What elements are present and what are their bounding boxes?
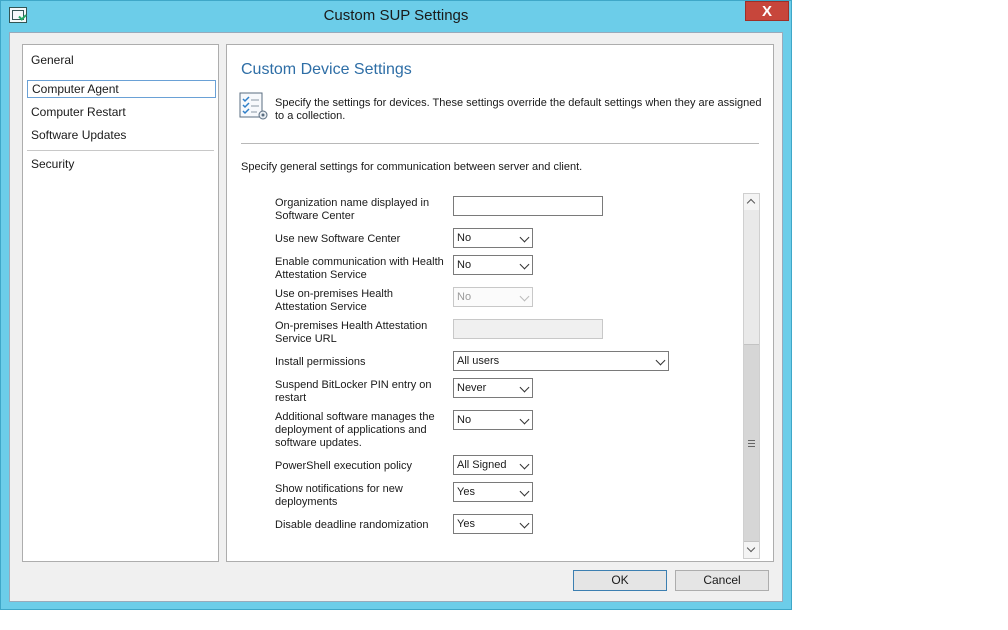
additional-software-value: No [457,414,472,426]
new-software-center-select[interactable]: No [453,228,533,248]
on-premises-health-attestation-value: No [457,291,472,303]
powershell-policy-value: All Signed [457,459,507,471]
nav-item-computer-agent[interactable]: Computer Agent [27,80,216,98]
ok-button[interactable]: OK [573,570,667,591]
setting-label-show-notifications: Show notifications for new deployments [275,483,403,508]
suspend-bitlocker-value: Never [457,382,487,394]
chevron-down-icon [519,486,530,497]
grip-icon [748,440,755,447]
settings-panel: Custom Device Settings Specify the setti… [226,44,774,562]
chevron-down-icon [519,459,530,470]
scroll-thumb[interactable] [744,344,759,542]
deadline-randomization-select[interactable]: Yes [453,514,533,534]
nav-item-security[interactable]: Security [27,156,216,174]
vertical-scrollbar[interactable] [743,193,760,559]
header-divider [241,143,759,144]
chevron-down-icon [519,518,530,529]
setting-label-powershell-policy: PowerShell execution policy [275,460,412,472]
settings-scroll-area: Organization name displayed in Software … [227,191,775,561]
install-permissions-select[interactable]: All users [453,351,669,371]
setting-label-additional-software: Additional software manages the deployme… [275,411,435,449]
setting-label-on-premises-health-attestation: Use on-premises Health Attestation Servi… [275,288,393,313]
health-attestation-url-input [453,319,603,339]
organization-name-input[interactable] [453,196,603,216]
health-attestation-select[interactable]: No [453,255,533,275]
setting-label-deadline-randomization: Disable deadline randomization [275,519,429,531]
new-software-center-value: No [457,232,472,244]
chevron-down-icon [519,259,530,270]
install-permissions-value: All users [457,355,500,367]
chevron-down-icon [519,414,530,425]
page-description: Specify the settings for devices. These … [275,97,762,122]
show-notifications-select[interactable]: Yes [453,482,533,502]
powershell-policy-select[interactable]: All Signed [453,455,533,475]
suspend-bitlocker-select[interactable]: Never [453,378,533,398]
general-settings-description: Specify general settings for communicati… [241,161,583,173]
close-button[interactable]: X [745,1,789,21]
settings-nav: General Computer Agent Computer Restart … [22,44,219,562]
setting-label-suspend-bitlocker: Suspend BitLocker PIN entry on restart [275,379,432,404]
nav-item-computer-restart[interactable]: Computer Restart [27,104,216,122]
checklist-settings-icon [239,92,268,120]
setting-label-organization-name: Organization name displayed in Software … [275,197,430,222]
chevron-down-icon [519,382,530,393]
chevron-down-icon [519,232,530,243]
dialog-client-area: General Computer Agent Computer Restart … [9,32,783,602]
show-notifications-value: Yes [457,486,475,498]
title-bar[interactable]: Custom SUP Settings X [1,1,791,31]
dialog-window: Custom SUP Settings X General Computer A… [0,0,792,610]
on-premises-health-attestation-select: No [453,287,533,307]
chevron-down-icon [655,355,666,366]
scroll-up-arrow-icon[interactable] [744,194,759,210]
nav-item-general[interactable]: General [27,52,216,70]
setting-label-new-software-center: Use new Software Center [275,233,401,245]
deadline-randomization-value: Yes [457,518,475,530]
health-attestation-value: No [457,259,472,271]
setting-label-install-permissions: Install permissions [275,356,366,368]
additional-software-select[interactable]: No [453,410,533,430]
cancel-button[interactable]: Cancel [675,570,769,591]
window-title: Custom SUP Settings [323,7,469,24]
nav-divider [27,150,214,151]
chevron-down-icon [519,291,530,302]
scroll-down-arrow-icon[interactable] [744,542,759,558]
nav-item-software-updates[interactable]: Software Updates [27,127,216,145]
setting-label-health-attestation: Enable communication with Health Attesta… [275,256,444,281]
page-title: Custom Device Settings [241,61,412,78]
setting-label-health-attestation-url: On-premises Health Attestation Service U… [275,320,428,345]
